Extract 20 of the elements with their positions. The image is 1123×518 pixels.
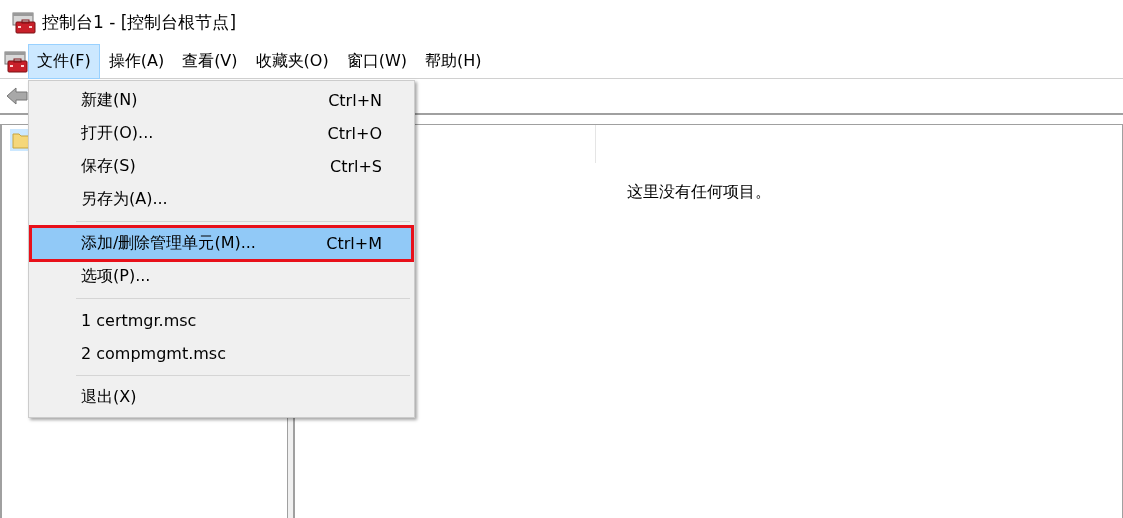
empty-message: 这里没有任何项目。 (627, 182, 771, 203)
menu-entry[interactable]: 保存(S) Ctrl+S (31, 150, 412, 183)
menu-entry[interactable]: 新建(N) Ctrl+N (31, 84, 412, 117)
menu-entry[interactable]: 退出(X) (31, 381, 412, 414)
menu-entry[interactable]: 1 certmgr.msc (31, 304, 412, 337)
menu-item[interactable]: 操作(A) (99, 44, 174, 79)
menu-entry[interactable]: 2 compmgmt.msc (31, 337, 412, 370)
window-title: 控制台1 - [控制台根节点] (42, 11, 237, 34)
menu-item[interactable]: 文件(F) (28, 44, 100, 79)
app-icon (12, 11, 36, 34)
menu-entry[interactable]: 添加/删除管理单元(M)... Ctrl+M (31, 227, 412, 260)
menu-entry[interactable]: 打开(O)... Ctrl+O (31, 117, 412, 150)
menu-item[interactable]: 窗口(W) (337, 44, 416, 79)
menu-item[interactable]: 帮助(H) (415, 44, 491, 79)
menu-item[interactable]: 收藏夹(O) (246, 44, 338, 79)
menu-item[interactable]: 查看(V) (173, 44, 247, 79)
menu-entry[interactable]: 选项(P)... (31, 260, 412, 293)
menu-entry[interactable]: 另存为(A)... (31, 183, 412, 216)
back-arrow-icon[interactable] (6, 87, 28, 105)
system-menu-icon (4, 50, 28, 73)
